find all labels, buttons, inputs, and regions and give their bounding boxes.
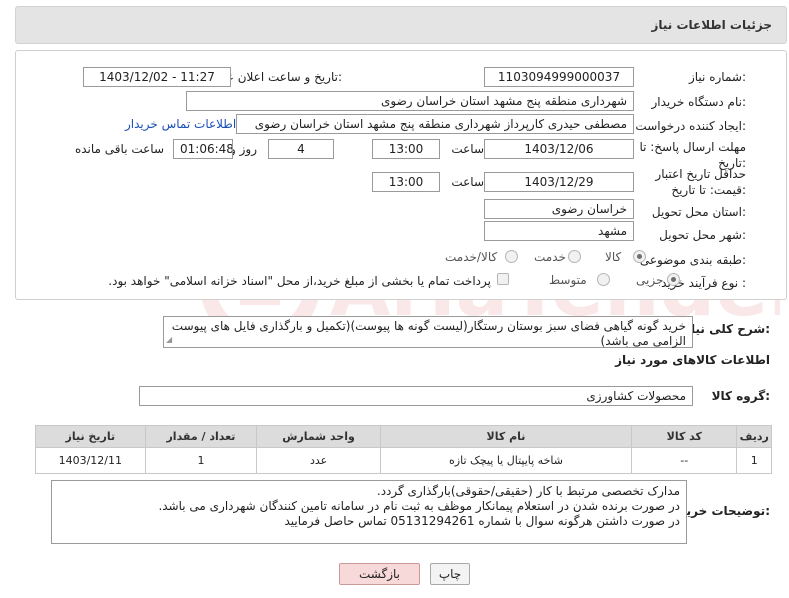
treasury-payment-note: پرداخت تمام یا بخشی از مبلغ خرید،از محل … [108, 274, 491, 288]
column-header-goods-code: کد کالا [631, 425, 738, 448]
validity-time-label: ساعت [451, 175, 484, 189]
column-header-goods-name: نام کالا [379, 425, 633, 448]
textarea-resize-grip[interactable]: ◢ [166, 336, 174, 344]
category-goods-option: کالا [605, 250, 622, 264]
cell-goods-code: -- [631, 447, 738, 474]
process-minor-option: جزیی [636, 273, 664, 287]
goods-section-title: اطلاعات کالاهای مورد نیاز [615, 353, 770, 367]
creator-label: ایجاد کننده درخواست: [635, 119, 746, 133]
category-mixed-option: کالا/خدمت [445, 250, 498, 264]
category-mixed-radio[interactable] [505, 250, 518, 263]
table-row: 1 -- شاخه پایپتال یا پیچک تازه عدد 1 140… [35, 447, 772, 474]
reply-date-field: 1403/12/06 [484, 139, 634, 159]
column-header-unit: واحد شمارش [256, 425, 381, 448]
price-validity-label: حداقل تاریخ اعتبار قیمت: تا تاریخ: [655, 167, 746, 197]
validity-date-field: 1403/12/29 [484, 172, 634, 192]
goods-table: ردیف کد کالا نام کالا واحد شمارش تعداد /… [35, 425, 772, 474]
column-header-need-date: تاریخ نیاز [35, 425, 146, 448]
cell-quantity: 1 [144, 447, 258, 474]
column-header-quantity: تعداد / مقدار [144, 425, 258, 448]
days-label: روز و [230, 142, 257, 156]
goods-group-label: گروه کالا: [711, 389, 770, 403]
page-title: جزئیات اطلاعات نیاز [651, 18, 772, 32]
remaining-time-label: ساعت باقی مانده [74, 142, 164, 156]
treasury-payment-checkbox[interactable] [497, 273, 509, 285]
description-label: شرح کلی نیاز: [684, 322, 770, 336]
buyer-notes-box: مدارک تخصصی مرتبط با کار (حقیقی/حقوقی)با… [51, 480, 687, 544]
process-medium-radio[interactable] [597, 273, 610, 286]
validity-time-field: 13:00 [372, 172, 440, 192]
page-header: جزئیات اطلاعات نیاز [15, 6, 787, 44]
announce-date-field: 1403/12/02 - 11:27 [83, 67, 231, 87]
remaining-time-field: 01:06:48 [173, 139, 233, 159]
description-textarea[interactable]: خرید گونه گیاهی فضای سبز بوستان رستگار(ل… [163, 316, 693, 348]
reply-time-label: ساعت [451, 142, 484, 156]
print-button[interactable]: چاپ [430, 563, 470, 585]
buyer-contact-link[interactable]: اطلاعات تماس خریدار [125, 117, 236, 131]
category-service-radio[interactable] [568, 250, 581, 263]
province-field: خراسان رضوی [484, 199, 634, 219]
city-field: مشهد [484, 221, 634, 241]
buyer-note-line: در صورت داشتن هرگونه سوال با شماره 05131… [284, 514, 680, 528]
cell-row-number: 1 [736, 447, 772, 474]
table-header-row: ردیف کد کالا نام کالا واحد شمارش تعداد /… [35, 425, 772, 448]
cell-unit: عدد [256, 447, 381, 474]
buyer-org-label: نام دستگاه خریدار: [651, 95, 747, 109]
days-count-field: 4 [268, 139, 334, 159]
need-number-field: 1103094999000037 [484, 67, 634, 87]
province-label: استان محل تحویل: [651, 205, 746, 219]
reply-time-field: 13:00 [372, 139, 440, 159]
cell-need-date: 1403/12/11 [35, 447, 146, 474]
cell-goods-name: شاخه پایپتال یا پیچک تازه [379, 447, 633, 474]
category-label: طبقه بندی موضوعی: [639, 253, 746, 267]
creator-field: مصطفی حیدری کارپرداز شهرداری منطقه پنج م… [236, 114, 634, 134]
process-medium-option: متوسط [549, 273, 587, 287]
process-minor-radio[interactable] [667, 273, 680, 286]
buyer-note-line: در صورت برنده شدن در استعلام پیمانکار مو… [158, 499, 680, 513]
buyer-note-line: مدارک تخصصی مرتبط با کار (حقیقی/حقوقی)با… [376, 484, 680, 498]
goods-group-field: محصولات کشاورزی [139, 386, 693, 406]
buyer-org-field: شهرداری منطقه پنج مشهد استان خراسان رضوی [186, 91, 634, 111]
need-number-label: شماره نیاز: [688, 70, 746, 84]
category-service-option: خدمت [534, 250, 566, 264]
back-button[interactable]: بازگشت [339, 563, 420, 585]
column-header-row-number: ردیف [736, 425, 772, 448]
city-label: شهر محل تحویل: [659, 228, 746, 242]
category-goods-radio[interactable] [633, 250, 646, 263]
